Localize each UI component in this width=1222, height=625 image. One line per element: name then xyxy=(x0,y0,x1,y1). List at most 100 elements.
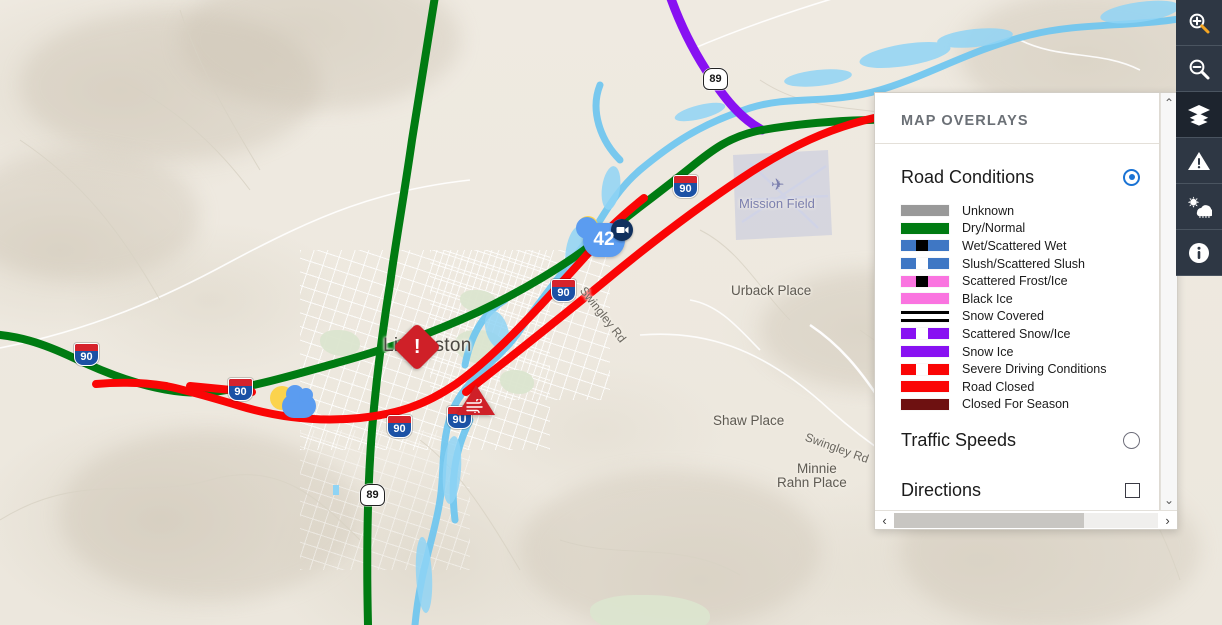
legend-label: Wet/Scattered Wet xyxy=(962,238,1067,253)
legend-item: Unknown xyxy=(875,202,1159,220)
road-conditions-legend: Unknown Dry/Normal Wet/Scattered Wet Slu… xyxy=(875,196,1159,419)
map-overlays-panel: MAP OVERLAYS Road Conditions Unknown Dry… xyxy=(874,92,1178,530)
panel-vertical-scrollbar[interactable]: ⌃ ⌄ xyxy=(1160,93,1177,510)
panel-scroll-area[interactable]: Road Conditions Unknown Dry/Normal Wet/S… xyxy=(875,144,1159,510)
overlay-label-directions: Directions xyxy=(901,479,982,500)
legend-swatch-scattered-frost-ice xyxy=(901,275,949,287)
horizontal-scroll-track[interactable] xyxy=(894,512,1158,528)
scroll-right-arrow-icon[interactable]: › xyxy=(1158,513,1177,528)
zoom-in-button[interactable] xyxy=(1176,0,1222,46)
incident-exclamation: ! xyxy=(413,335,421,358)
info-button[interactable] xyxy=(1176,230,1222,276)
airplane-icon: ✈ xyxy=(771,177,785,194)
horizontal-scroll-thumb[interactable] xyxy=(894,512,1085,528)
incident-diamond-icon[interactable]: ! xyxy=(392,322,442,372)
legend-label: Road Closed xyxy=(962,379,1035,394)
legend-swatch-unknown xyxy=(901,205,949,217)
scroll-left-arrow-icon[interactable]: ‹ xyxy=(875,513,894,528)
alerts-button[interactable] xyxy=(1176,138,1222,184)
map-toolbar xyxy=(1176,0,1222,276)
overlay-label-road-conditions: Road Conditions xyxy=(901,166,1035,187)
legend-swatch-black-ice xyxy=(901,293,949,305)
legend-label: Closed For Season xyxy=(962,397,1070,412)
cloud-icon xyxy=(282,385,316,418)
layers-button[interactable] xyxy=(1176,92,1222,138)
road-closed xyxy=(92,378,170,390)
wind-warning-marker[interactable] xyxy=(457,385,495,415)
legend-swatch-severe-driving xyxy=(901,363,949,375)
shield-number: 90 xyxy=(393,423,406,435)
legend-label: Severe Driving Conditions xyxy=(962,362,1107,377)
shield-number: 9U xyxy=(452,414,467,426)
street-grid xyxy=(300,430,470,570)
legend-label: Slush/Scattered Slush xyxy=(962,256,1085,271)
route-shield-i90[interactable]: 90 xyxy=(673,175,698,198)
layers-icon xyxy=(1188,104,1210,126)
airport-label: Mission Field xyxy=(739,196,815,211)
terrain-shade xyxy=(0,150,200,280)
legend-label: Snow Ice xyxy=(962,344,1014,359)
shield-number: 90 xyxy=(80,351,93,363)
overlay-row-traffic-speeds[interactable]: Traffic Speeds xyxy=(875,421,1159,459)
legend-label: Snow Covered xyxy=(962,309,1044,324)
map-application: Livingston Urback Place Shaw Place Minni… xyxy=(0,0,1222,625)
alert-triangle-icon xyxy=(1188,151,1210,170)
place-label: Shaw Place xyxy=(713,413,785,428)
legend-item: Dry/Normal xyxy=(875,220,1159,238)
legend-item: Snow Covered xyxy=(875,308,1159,326)
place-label: Urback Place xyxy=(731,283,812,298)
shield-number: 90 xyxy=(557,287,570,299)
legend-swatch-slush xyxy=(901,258,949,270)
legend-label: Dry/Normal xyxy=(962,221,1026,236)
weather-button[interactable] xyxy=(1176,184,1222,230)
legend-swatch-road-closed xyxy=(901,381,949,393)
checkbox-directions[interactable] xyxy=(1125,482,1140,498)
wind-lines-icon xyxy=(466,399,483,413)
panel-title: MAP OVERLAYS xyxy=(901,113,1029,129)
road-snow-ice xyxy=(666,0,767,135)
legend-swatch-dry-normal xyxy=(901,222,949,234)
camera-icon xyxy=(616,226,628,234)
overlay-label-traffic-speeds: Traffic Speeds xyxy=(901,429,1017,450)
route-shield-i90[interactable]: 90 xyxy=(551,279,576,302)
shield-number: 89 xyxy=(366,489,379,501)
radio-road-conditions[interactable] xyxy=(1123,168,1140,186)
panel-header: MAP OVERLAYS xyxy=(875,93,1159,144)
zoom-in-icon xyxy=(1189,13,1210,33)
route-shield-us89[interactable]: 89 xyxy=(703,68,728,90)
route-shield-i90[interactable]: 90 xyxy=(74,343,99,366)
legend-label: Scattered Frost/Ice xyxy=(962,274,1068,289)
legend-item: Slush/Scattered Slush xyxy=(875,255,1159,273)
radio-traffic-speeds[interactable] xyxy=(1123,431,1140,449)
route-shield-i90[interactable]: 90 xyxy=(387,415,412,438)
legend-swatch-wet xyxy=(901,240,949,252)
overlay-row-directions[interactable]: Directions xyxy=(875,471,1159,509)
legend-item: Scattered Frost/Ice xyxy=(875,272,1159,290)
route-shield-i90[interactable]: 90 xyxy=(228,378,253,401)
legend-item: Scattered Snow/Ice xyxy=(875,325,1159,343)
legend-swatch-closed-for-season xyxy=(901,398,949,410)
info-icon xyxy=(1189,242,1209,263)
panel-horizontal-scrollbar[interactable]: ‹ › xyxy=(875,510,1177,529)
zoom-out-icon xyxy=(1189,59,1210,79)
legend-item: Road Closed xyxy=(875,378,1159,396)
legend-label: Unknown xyxy=(962,203,1015,218)
legend-label: Scattered Snow/Ice xyxy=(962,326,1071,341)
legend-item: Snow Ice xyxy=(875,343,1159,361)
legend-item: Closed For Season xyxy=(875,396,1159,414)
incident-marker[interactable]: ! xyxy=(392,322,442,372)
scroll-up-arrow-icon[interactable]: ⌃ xyxy=(1164,97,1174,109)
legend-swatch-snow-covered xyxy=(901,310,949,322)
route-shield-us89[interactable]: 89 xyxy=(360,484,385,506)
shield-number: 89 xyxy=(709,73,722,85)
airport-polygon xyxy=(733,150,832,240)
legend-item: Severe Driving Conditions xyxy=(875,360,1159,378)
scroll-down-arrow-icon[interactable]: ⌄ xyxy=(1164,494,1174,506)
legend-label: Black Ice xyxy=(962,291,1013,306)
legend-swatch-scattered-snow-ice xyxy=(901,328,949,340)
legend-swatch-snow-ice xyxy=(901,346,949,358)
place-label: Rahn Place xyxy=(777,475,847,490)
zoom-out-button[interactable] xyxy=(1176,46,1222,92)
overlay-row-road-conditions[interactable]: Road Conditions xyxy=(875,158,1159,196)
weather-sun-cloud-rain-icon xyxy=(1187,196,1212,218)
